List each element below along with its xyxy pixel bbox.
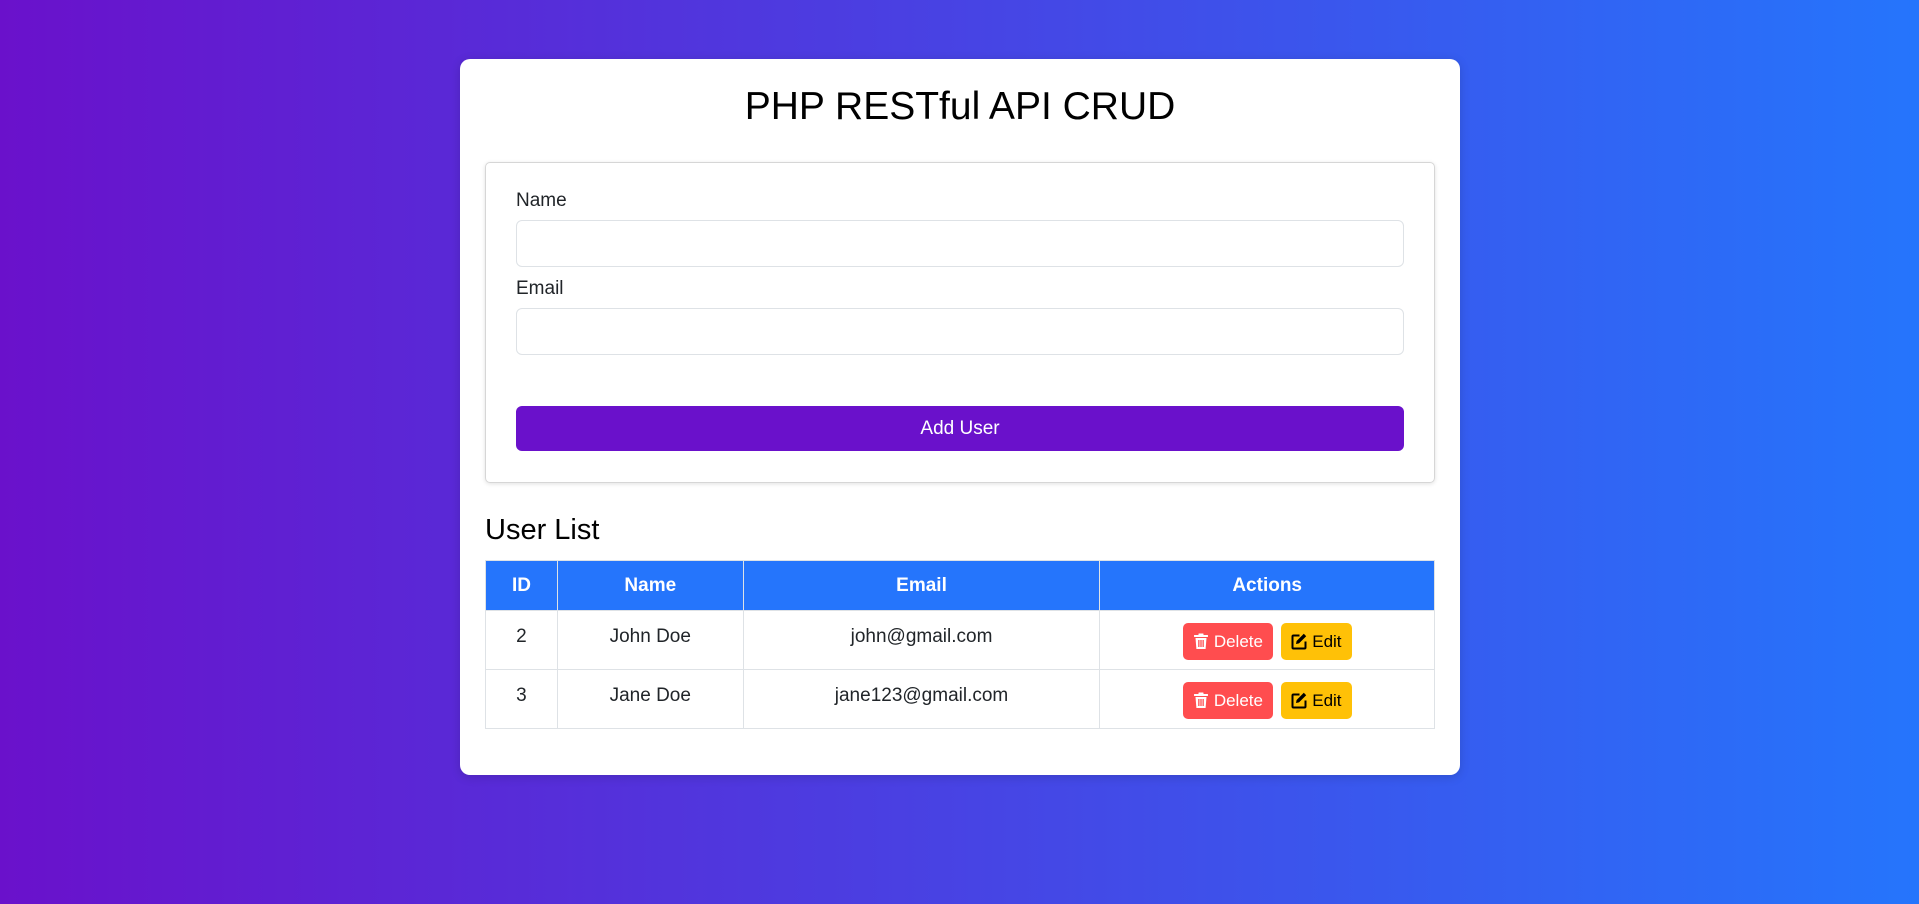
delete-label: Delete bbox=[1213, 690, 1263, 710]
cell-name: John Doe bbox=[556, 610, 744, 670]
email-label: Email bbox=[516, 278, 564, 299]
cell-actions: Delete Edit bbox=[1099, 610, 1435, 670]
name-input[interactable] bbox=[516, 220, 1404, 267]
delete-button[interactable]: Delete bbox=[1182, 682, 1273, 719]
trash-icon bbox=[1193, 633, 1209, 650]
column-header-name: Name bbox=[556, 560, 744, 611]
delete-button[interactable]: Delete bbox=[1182, 623, 1273, 660]
table-row: 3 Jane Doe jane123@gmail.com Delete Edit bbox=[485, 669, 1435, 729]
cell-actions: Delete Edit bbox=[1099, 669, 1435, 729]
edit-label: Edit bbox=[1312, 690, 1342, 710]
table-header-row: ID Name Email Actions bbox=[485, 560, 1435, 611]
user-form: Name Email Add User bbox=[485, 162, 1435, 483]
edit-label: Edit bbox=[1312, 631, 1342, 651]
edit-button[interactable]: Edit bbox=[1281, 623, 1352, 660]
crud-card: PHP RESTful API CRUD Name Email Add User… bbox=[460, 59, 1460, 775]
cell-id: 2 bbox=[485, 610, 558, 670]
add-user-button[interactable]: Add User bbox=[516, 406, 1404, 451]
column-header-email: Email bbox=[742, 560, 1101, 611]
cell-email: jane123@gmail.com bbox=[742, 669, 1101, 729]
edit-icon bbox=[1291, 633, 1307, 650]
email-input[interactable] bbox=[516, 308, 1404, 355]
edit-icon bbox=[1291, 692, 1307, 709]
trash-icon bbox=[1193, 692, 1209, 709]
user-list-title: User List bbox=[485, 514, 600, 546]
edit-button[interactable]: Edit bbox=[1281, 682, 1352, 719]
table-row: 2 John Doe john@gmail.com Delete Edit bbox=[485, 610, 1435, 670]
delete-label: Delete bbox=[1213, 631, 1263, 651]
cell-name: Jane Doe bbox=[556, 669, 744, 729]
cell-email: john@gmail.com bbox=[742, 610, 1101, 670]
column-header-actions: Actions bbox=[1099, 560, 1435, 611]
page-title: PHP RESTful API CRUD bbox=[744, 85, 1176, 128]
column-header-id: ID bbox=[485, 560, 558, 611]
cell-id: 3 bbox=[485, 669, 558, 729]
name-label: Name bbox=[516, 190, 567, 211]
users-table: ID Name Email Actions 2 John Doe john@gm… bbox=[485, 560, 1435, 729]
